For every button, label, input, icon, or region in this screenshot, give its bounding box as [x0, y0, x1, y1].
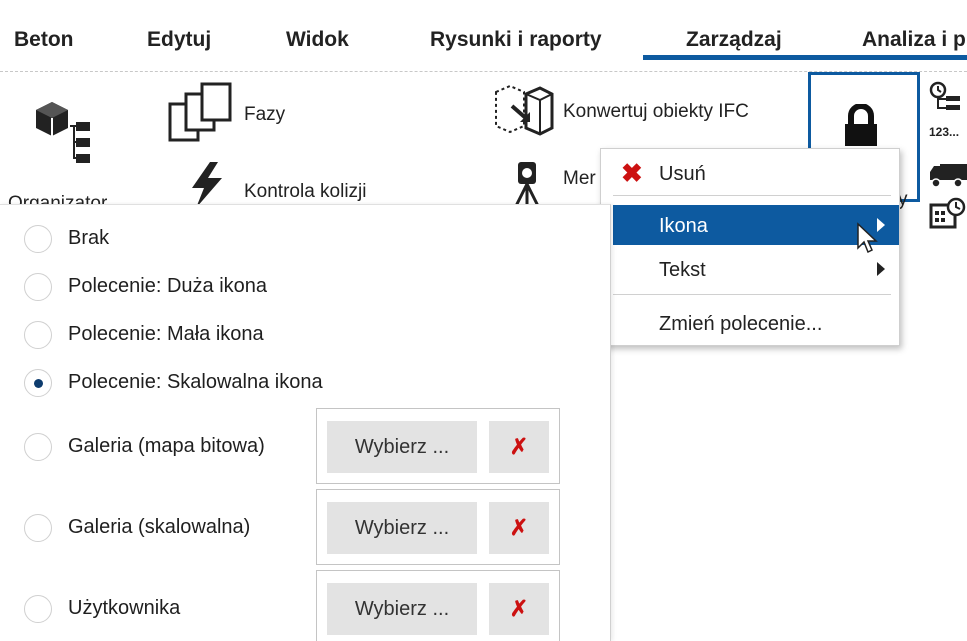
delete-x-icon: ✖ — [621, 158, 643, 188]
lightning-icon[interactable] — [186, 160, 226, 208]
radio-button[interactable] — [24, 514, 52, 542]
tab-analiza[interactable]: Analiza i p — [862, 28, 966, 52]
lock-icon — [845, 104, 877, 146]
active-tab-indicator — [643, 55, 967, 60]
radio-button[interactable] — [24, 433, 52, 461]
calendar-clock-icon[interactable] — [928, 197, 967, 231]
submenu-arrow-icon — [877, 262, 885, 276]
mouse-cursor-icon — [857, 222, 878, 254]
menu-item-delete[interactable]: ✖ Usuń — [613, 153, 899, 193]
organizer-label[interactable]: Organizator — [8, 189, 107, 205]
menu-item-change-command[interactable]: Zmień polecenie... — [613, 303, 899, 343]
clock-list-icon[interactable] — [928, 80, 964, 114]
context-menu: ✖ Usuń Ikona Tekst Zmień polecenie... — [600, 148, 900, 346]
truck-icon[interactable] — [928, 160, 967, 190]
clash-check-label[interactable]: Kontrola kolizji — [244, 181, 367, 203]
menu-divider — [613, 195, 891, 196]
ribbon-tab-bar: Beton Edytuj Widok Rysunki i raporty Zar… — [0, 0, 967, 72]
convert-ifc-label[interactable]: Konwertuj obiekty IFC — [563, 101, 749, 123]
gallery-bitmap-controls: Wybierz ... ✗ — [316, 408, 560, 484]
radio-button[interactable] — [24, 273, 52, 301]
convert-ifc-icon[interactable] — [490, 82, 556, 140]
clear-button[interactable]: ✗ — [489, 421, 549, 473]
icon-options-panel: Brak Polecenie: Duża ikona Polecenie: Ma… — [0, 204, 611, 641]
choose-button[interactable]: Wybierz ... — [327, 421, 477, 473]
clear-button[interactable]: ✗ — [489, 502, 549, 554]
measure-label[interactable]: Mer — [563, 168, 596, 190]
tab-widok[interactable]: Widok — [286, 28, 349, 52]
tab-edytuj[interactable]: Edytuj — [147, 28, 211, 52]
choose-button[interactable]: Wybierz ... — [327, 502, 477, 554]
tab-beton[interactable]: Beton — [14, 28, 74, 52]
radio-button[interactable] — [24, 595, 52, 623]
surveyor-icon[interactable] — [510, 158, 544, 206]
phases-icon[interactable] — [166, 80, 238, 144]
organizer-icon[interactable] — [32, 98, 100, 172]
choose-button[interactable]: Wybierz ... — [327, 583, 477, 635]
user-icon-controls: Wybierz ... ✗ — [316, 570, 560, 641]
radio-button-selected[interactable] — [24, 369, 52, 397]
gallery-scalable-controls: Wybierz ... ✗ — [316, 489, 560, 565]
clear-button[interactable]: ✗ — [489, 583, 549, 635]
numbering-label[interactable]: 123... — [929, 125, 959, 139]
radio-button[interactable] — [24, 225, 52, 253]
tab-zarzadzaj[interactable]: Zarządzaj — [686, 28, 782, 52]
menu-divider — [613, 294, 891, 295]
phases-label[interactable]: Fazy — [244, 104, 285, 126]
radio-button[interactable] — [24, 321, 52, 349]
tab-rysunki-i-raporty[interactable]: Rysunki i raporty — [430, 28, 602, 52]
